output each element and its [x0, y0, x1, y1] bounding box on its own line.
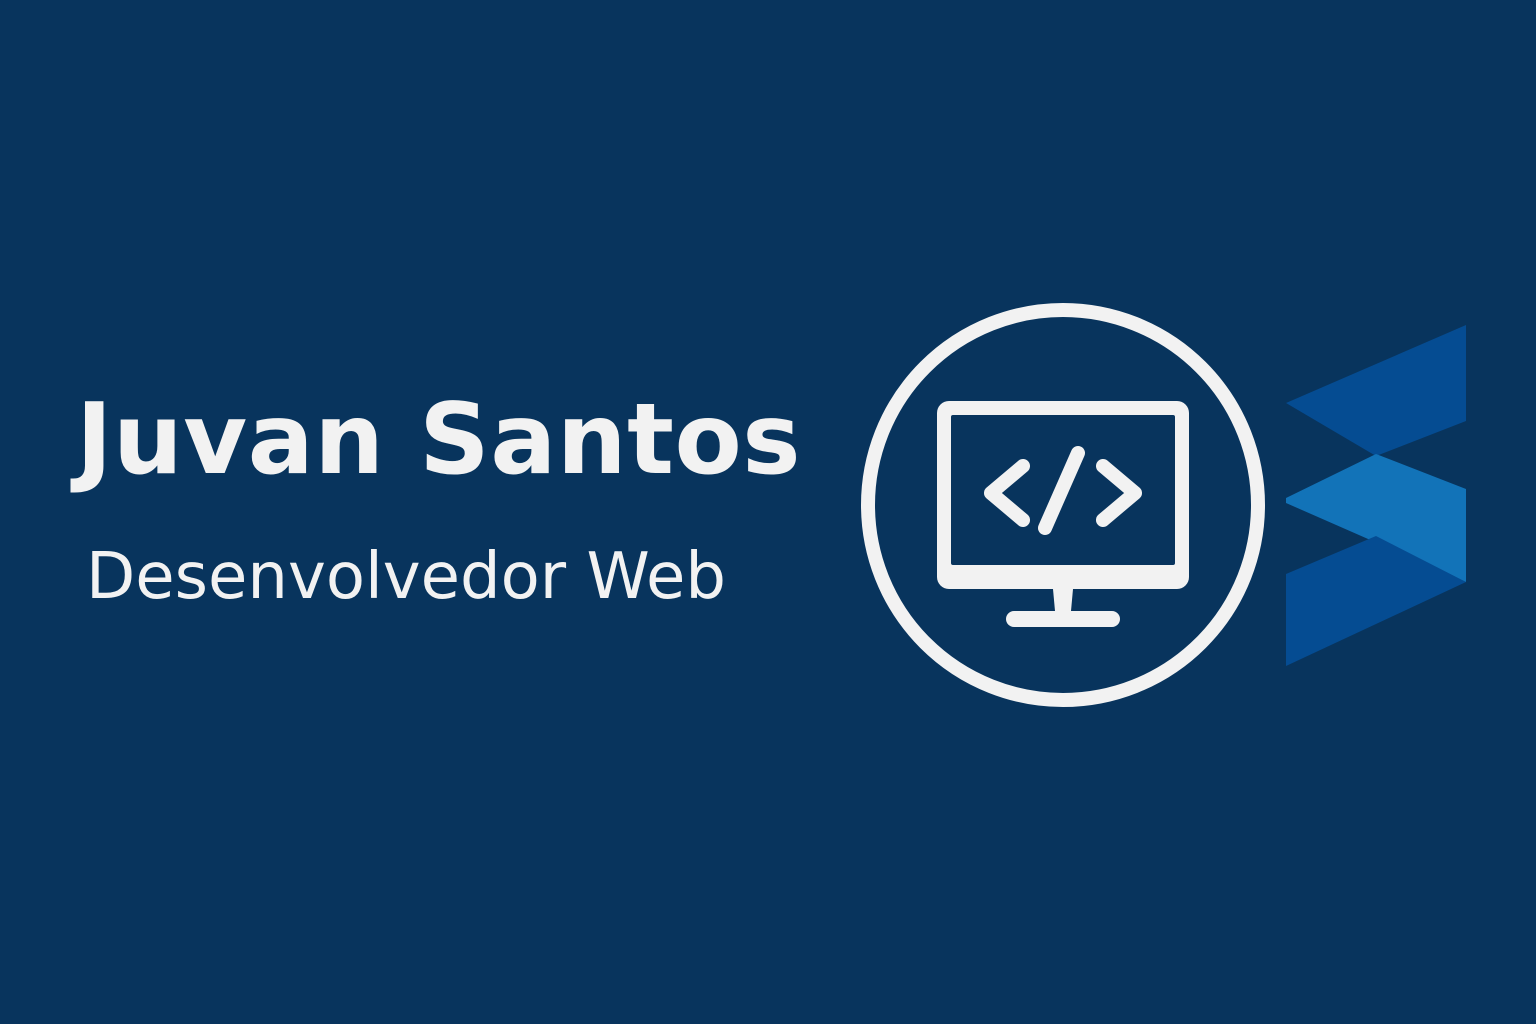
- monitor-code-icon: [860, 297, 1266, 713]
- job-title: Desenvolvedor Web: [86, 540, 726, 614]
- banner: Juvan Santos Desenvolvedor Web: [0, 0, 1536, 1024]
- chevron-logo-icon: [1280, 322, 1472, 670]
- person-name: Juvan Santos: [76, 383, 802, 497]
